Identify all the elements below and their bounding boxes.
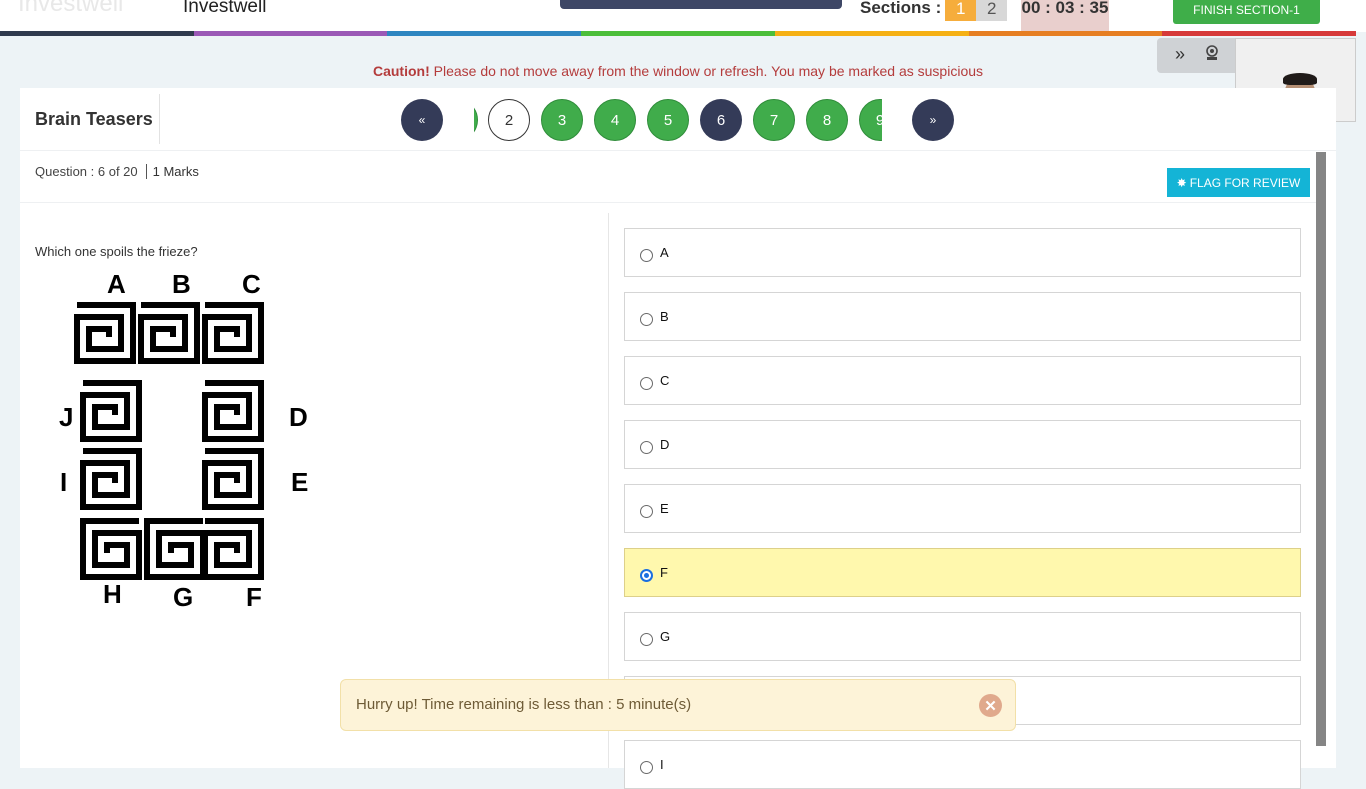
option-d[interactable]: D [624, 420, 1301, 469]
section-1-button[interactable]: 1 [945, 0, 977, 21]
option-b-radio[interactable] [640, 313, 653, 326]
close-icon[interactable]: ✕ [979, 694, 1002, 717]
option-b-label: B [660, 309, 669, 324]
question-text: Which one spoils the frieze? [35, 244, 198, 259]
option-e-radio[interactable] [640, 505, 653, 518]
option-g-label: G [660, 629, 671, 644]
countdown-timer: 00 : 03 : 35 [1021, 0, 1109, 32]
pager-item-1-partial[interactable]: 1 [474, 99, 478, 141]
frieze-label-j: J [59, 402, 73, 432]
proctor-toolbar: » [1157, 38, 1237, 73]
caution-text: Please do not move away from the window … [429, 63, 984, 79]
pager-next-button[interactable]: » [912, 99, 954, 141]
option-f-radio[interactable] [640, 569, 653, 582]
option-c-radio[interactable] [640, 377, 653, 390]
option-f[interactable]: F [624, 548, 1301, 597]
webcam-person-hair [1283, 73, 1317, 85]
pager-item-7[interactable]: 7 [753, 99, 795, 141]
frieze-label-i: I [60, 467, 67, 497]
option-d-radio[interactable] [640, 441, 653, 454]
question-number: Question : 6 of 20 [35, 164, 138, 179]
frieze-label-a: A [107, 273, 126, 299]
sections-label: Sections : [860, 0, 942, 17]
section-2-button[interactable]: 2 [976, 0, 1008, 21]
webcam-icon[interactable] [1203, 44, 1221, 67]
pager-item-9[interactable]: 9 [859, 99, 882, 141]
color-strip-segment [387, 31, 582, 36]
option-a-label: A [660, 245, 669, 260]
pager-item-2[interactable]: 2 [488, 99, 530, 141]
top-nav-pill[interactable] [560, 0, 842, 9]
flag-for-review-button[interactable]: ✸ FLAG FOR REVIEW [1167, 168, 1310, 197]
option-a[interactable]: A [624, 228, 1301, 277]
pager-item-5[interactable]: 5 [647, 99, 689, 141]
meta-separator [20, 202, 1326, 203]
page-gutter [1336, 38, 1356, 768]
option-a-radio[interactable] [640, 249, 653, 262]
question-panel: Brain Teasers « 1 2 3 4 5 6 7 8 9 » Ques… [20, 88, 1336, 789]
pager-prev-button[interactable]: « [401, 99, 443, 141]
time-warning-toast: Hurry up! Time remaining is less than : … [340, 679, 1016, 731]
section-color-strip [0, 31, 1357, 36]
brand-name: Investwell [183, 0, 267, 17]
pager-item-8[interactable]: 8 [806, 99, 848, 141]
option-g-radio[interactable] [640, 633, 653, 646]
pager-item-3[interactable]: 3 [541, 99, 583, 141]
options-scrollbar[interactable] [1316, 152, 1326, 746]
frieze-label-g: G [173, 582, 193, 612]
option-c-label: C [660, 373, 670, 388]
option-e-label: E [660, 501, 669, 516]
double-chevron-right-icon[interactable]: » [1175, 44, 1185, 65]
finish-section-button[interactable]: FINISH SECTION-1 [1173, 0, 1320, 24]
frieze-label-f: F [246, 582, 262, 612]
caution-label: Caution! [372, 63, 430, 79]
option-e[interactable]: E [624, 484, 1301, 533]
option-i[interactable]: I [624, 740, 1301, 789]
pager-item-1[interactable]: 1 [474, 99, 478, 141]
pager-item-6[interactable]: 6 [700, 99, 742, 141]
color-strip-segment [1162, 31, 1357, 36]
option-d-label: D [660, 437, 670, 452]
sections-switcher: Sections : 1 2 [860, 0, 1008, 21]
pager-item-9-partial[interactable]: 9 [859, 99, 882, 141]
color-strip-segment [774, 31, 969, 36]
question-marks: 1 Marks [145, 164, 199, 179]
option-c[interactable]: C [624, 356, 1301, 405]
color-strip-segment [0, 31, 194, 36]
color-strip-segment [968, 31, 1163, 36]
caution-banner: Caution! Please do not move away from th… [0, 63, 1356, 79]
brand-logo-faded: Investwell [18, 0, 124, 17]
option-f-label: F [660, 565, 668, 580]
frieze-label-b: B [172, 273, 191, 299]
color-strip-segment [193, 31, 388, 36]
frieze-figure: A B C D E F G H I J [59, 273, 308, 612]
toast-message: Hurry up! Time remaining is less than : … [356, 696, 692, 713]
option-i-label: I [660, 757, 664, 772]
top-bar: Investwell Investwell Sections : 1 2 00 … [0, 0, 1366, 32]
question-pager: « 1 2 3 4 5 6 7 8 9 » [20, 88, 1336, 150]
frieze-label-h: H [103, 579, 122, 609]
option-g[interactable]: G [624, 612, 1301, 661]
option-b[interactable]: B [624, 292, 1301, 341]
frieze-label-c: C [242, 273, 261, 299]
pager-item-4[interactable]: 4 [594, 99, 636, 141]
flag-for-review-label: FLAG FOR REVIEW [1189, 175, 1301, 190]
header-separator [20, 150, 1336, 151]
pin-icon: ✸ [1176, 175, 1187, 190]
frieze-label-d: D [289, 402, 308, 432]
question-meta: Question : 6 of 20 1 Marks [35, 164, 199, 179]
frieze-label-e: E [291, 467, 308, 497]
color-strip-segment [581, 31, 775, 36]
